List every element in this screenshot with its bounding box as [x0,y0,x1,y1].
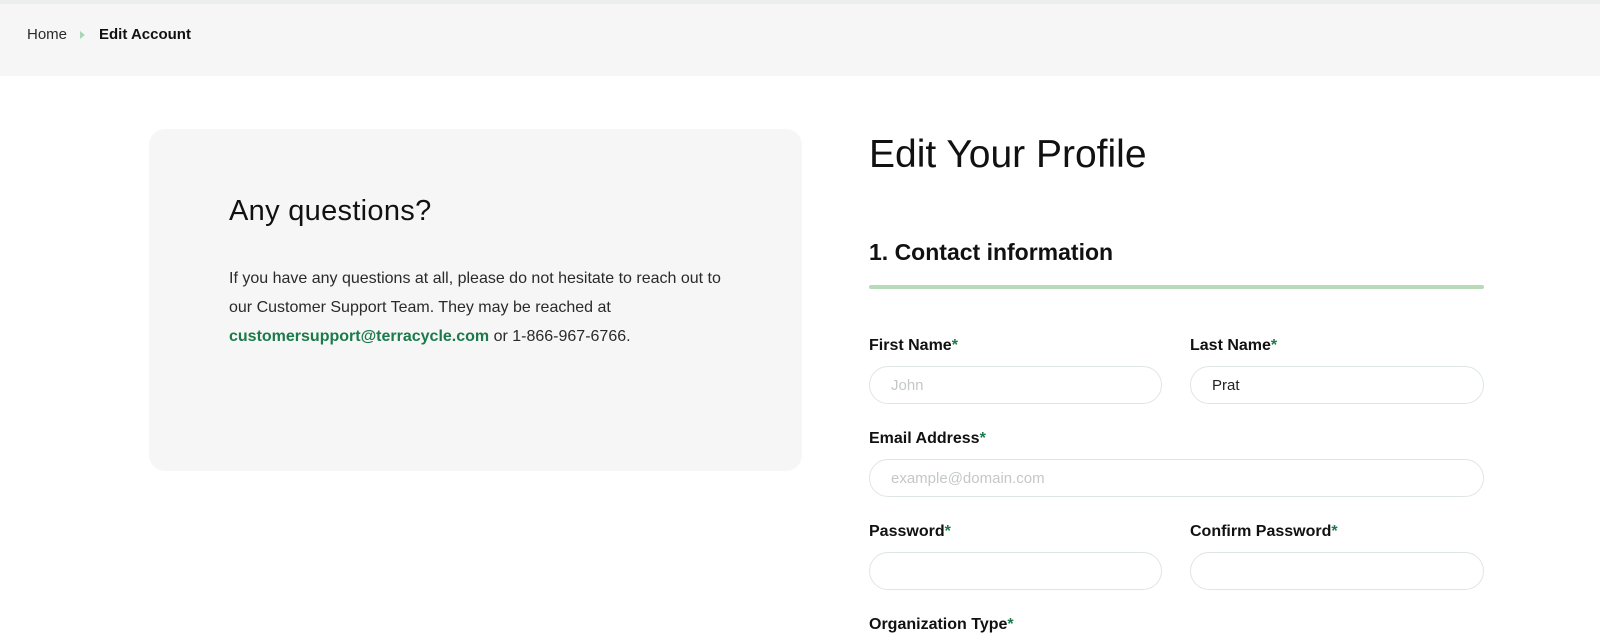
chevron-right-icon [80,30,86,39]
breadcrumb-home-link[interactable]: Home [27,26,67,43]
first-name-label: First Name* [869,337,958,354]
questions-card: Any questions? If you have any questions… [149,129,802,471]
support-phone-text: or 1-866-967-6766. [489,328,631,345]
required-marker: * [1007,616,1014,633]
section-divider [869,285,1484,289]
last-name-label: Last Name* [1190,337,1278,354]
questions-title: Any questions? [229,195,432,227]
confirm-password-label: Confirm Password* [1190,523,1338,540]
last-name-field[interactable] [1190,366,1484,404]
required-marker: * [979,430,986,447]
first-name-field[interactable] [869,366,1162,404]
section-title-contact: 1. Contact information [869,239,1114,265]
breadcrumb-current: Edit Account [99,26,191,43]
page-title: Edit Your Profile [869,133,1147,176]
password-field[interactable] [869,552,1162,590]
email-field[interactable] [869,459,1484,497]
organization-type-label: Organization Type* [869,616,1014,633]
questions-body: If you have any questions at all, please… [229,264,729,351]
required-marker: * [1331,523,1338,540]
breadcrumb-bar: Home Edit Account [0,0,1600,76]
required-marker: * [944,523,951,540]
password-label: Password* [869,523,951,540]
required-marker: * [951,337,958,354]
support-email-link[interactable]: customersupport@terracycle.com [229,328,489,345]
questions-body-text: If you have any questions at all, please… [229,270,721,316]
email-label: Email Address* [869,430,986,447]
breadcrumb: Home Edit Account [27,26,191,43]
required-marker: * [1270,337,1278,354]
confirm-password-field[interactable] [1190,552,1484,590]
